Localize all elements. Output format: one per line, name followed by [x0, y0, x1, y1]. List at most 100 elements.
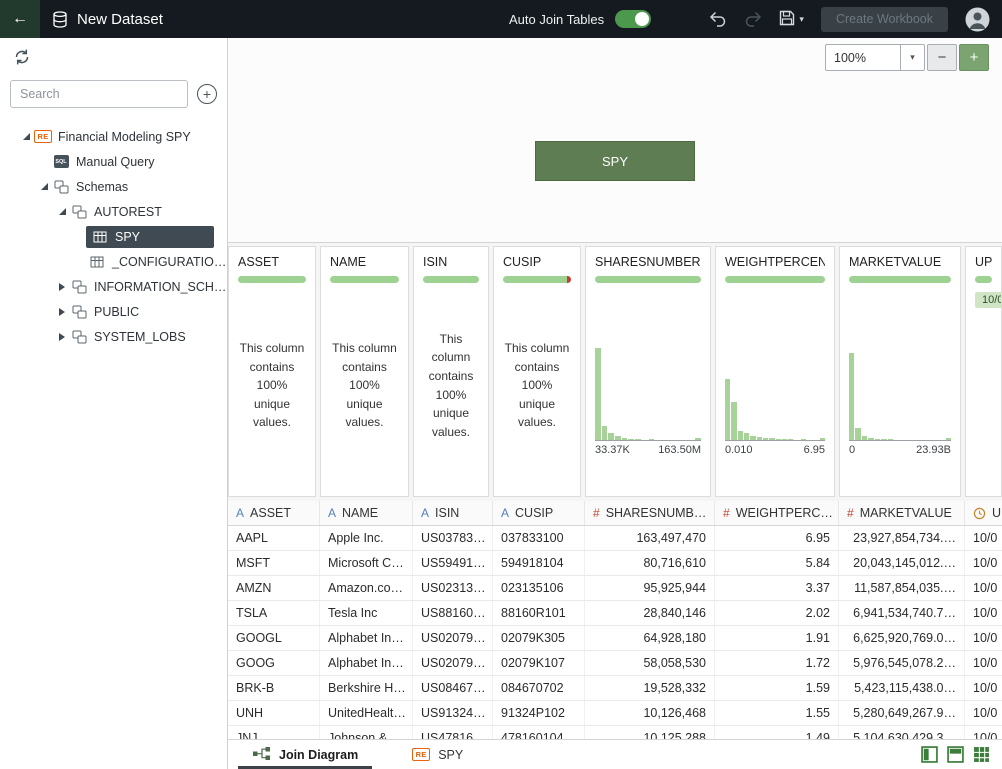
- table-row[interactable]: UNH UnitedHealt… US91324… 91324P102 10,1…: [228, 701, 1002, 726]
- column-header-name[interactable]: A NAME: [320, 501, 413, 525]
- tab-label: Join Diagram: [279, 748, 358, 762]
- expand-toggle[interactable]: [56, 333, 68, 341]
- collapsed-triangle-icon: [59, 308, 65, 316]
- tab-join-diagram[interactable]: Join Diagram: [238, 740, 372, 769]
- table-row[interactable]: GOOGL Alphabet In… US02079… 02079K305 64…: [228, 626, 1002, 651]
- cell-isin: US02079…: [413, 626, 493, 650]
- tree-item-label: Manual Query: [76, 155, 155, 169]
- quality-bar: [238, 276, 306, 283]
- quality-card-sharesnumber[interactable]: SHARESNUMBER 33.37K 163.50M: [585, 246, 711, 497]
- refresh-icon: [12, 47, 32, 70]
- sidebar-item-manual-query[interactable]: SQL Manual Query: [0, 149, 227, 174]
- expand-toggle[interactable]: [56, 208, 68, 215]
- number-type-icon: #: [593, 506, 600, 520]
- plus-icon: +: [970, 49, 979, 66]
- cell-name: Microsoft C…: [320, 551, 413, 575]
- quality-card-isin[interactable]: ISIN This column contains 100% unique va…: [413, 246, 489, 497]
- cell-name: UnitedHealt…: [320, 701, 413, 725]
- column-name: CUSIP: [503, 255, 571, 269]
- cell-marketvalue: 5,976,545,078.2…: [839, 651, 965, 675]
- table-row[interactable]: TSLA Tesla Inc US88160… 88160R101 28,840…: [228, 601, 1002, 626]
- quality-card-name[interactable]: NAME This column contains 100% unique va…: [320, 246, 409, 497]
- cell-weightpercentage: 6.95: [715, 526, 839, 550]
- search-input[interactable]: [10, 80, 188, 108]
- cell-updated: 10/0: [965, 551, 1002, 575]
- sidebar-item-autorest[interactable]: AUTOREST: [0, 199, 227, 224]
- quality-card-cusip[interactable]: CUSIP This column contains 100% unique v…: [493, 246, 581, 497]
- sidebar-item-system-lobs[interactable]: SYSTEM_LOBS: [0, 324, 227, 349]
- expand-toggle[interactable]: [56, 283, 68, 291]
- sidebar-item-public[interactable]: PUBLIC: [0, 299, 227, 324]
- table-row[interactable]: AAPL Apple Inc. US03783… 037833100 163,4…: [228, 526, 1002, 551]
- refresh-schemas-button[interactable]: [12, 47, 32, 70]
- save-button[interactable]: [779, 10, 795, 29]
- column-name: MARKETVALUE: [849, 255, 951, 269]
- cell-name: Tesla Inc: [320, 601, 413, 625]
- zoom-in-button[interactable]: +: [959, 44, 989, 71]
- table-row[interactable]: JNJ Johnson & … US47816… 478160104 10,12…: [228, 726, 1002, 739]
- redo-button[interactable]: [744, 11, 762, 28]
- column-header-updated[interactable]: UPD: [965, 501, 1002, 525]
- quality-card-asset[interactable]: ASSET This column contains 100% unique v…: [228, 246, 316, 497]
- text-type-icon: A: [501, 506, 509, 520]
- column-name: ISIN: [423, 255, 479, 269]
- column-header-asset[interactable]: A ASSET: [228, 501, 320, 525]
- table-row[interactable]: MSFT Microsoft C… US59491… 594918104 80,…: [228, 551, 1002, 576]
- join-diagram-canvas[interactable]: 100% ▾ − + SPY: [228, 38, 1002, 243]
- schema-icon: [70, 205, 88, 219]
- quality-bar: [423, 276, 479, 283]
- back-button[interactable]: ←: [0, 0, 40, 38]
- sidebar-item-schemas[interactable]: Schemas: [0, 174, 227, 199]
- expand-toggle[interactable]: [56, 308, 68, 316]
- table-row[interactable]: AMZN Amazon.co… US02313… 023135106 95,92…: [228, 576, 1002, 601]
- zoom-out-button[interactable]: −: [927, 44, 957, 71]
- cell-weightpercentage: 5.84: [715, 551, 839, 575]
- cell-asset: UNH: [228, 701, 320, 725]
- diagram-view-icon[interactable]: [921, 746, 938, 763]
- cell-updated: 10/0: [965, 701, 1002, 725]
- create-workbook-button[interactable]: Create Workbook: [821, 7, 948, 32]
- zoom-level-value: 100%: [826, 51, 900, 65]
- column-header-cusip[interactable]: A CUSIP: [493, 501, 585, 525]
- tab-spy[interactable]: RE SPY: [398, 740, 477, 769]
- column-header-sharesnumber[interactable]: # SHARESNUMB…: [585, 501, 715, 525]
- cell-asset: TSLA: [228, 601, 320, 625]
- add-table-button[interactable]: +: [197, 84, 217, 104]
- data-view-icon[interactable]: [973, 746, 990, 763]
- expand-toggle[interactable]: [20, 133, 32, 140]
- zoom-level-select[interactable]: 100% ▾: [825, 44, 925, 71]
- re-connection-icon: RE: [34, 130, 52, 143]
- cell-sharesnumber: 10,125,288: [585, 726, 715, 739]
- schema-tree: RE Financial Modeling SPY SQL Manual Que…: [0, 120, 227, 349]
- cell-sharesnumber: 28,840,146: [585, 601, 715, 625]
- cell-isin: US02313…: [413, 576, 493, 600]
- schema-icon: [70, 330, 88, 344]
- text-type-icon: A: [236, 506, 244, 520]
- cell-isin: US02079…: [413, 651, 493, 675]
- tree-item-label: Schemas: [76, 180, 128, 194]
- quality-card-weightpercentage[interactable]: WEIGHTPERCEN… 0.010 6.95: [715, 246, 835, 497]
- sidebar-item-financial-modeling-spy[interactable]: RE Financial Modeling SPY: [0, 124, 227, 149]
- expand-toggle[interactable]: [38, 183, 50, 190]
- user-avatar[interactable]: [965, 7, 990, 32]
- quality-card-marketvalue[interactable]: MARKETVALUE 0 23.93B: [839, 246, 961, 497]
- plus-icon: +: [203, 87, 211, 101]
- table-row[interactable]: BRK-B Berkshire H… US08467… 084670702 19…: [228, 676, 1002, 701]
- sidebar-item-spy[interactable]: SPY: [0, 224, 227, 249]
- undo-button[interactable]: [709, 11, 727, 28]
- expanded-triangle-icon: [41, 183, 48, 190]
- time-type-icon: [973, 507, 986, 520]
- sidebar-item-configuration[interactable]: _CONFIGURATIO…: [0, 249, 227, 274]
- save-menu-caret[interactable]: ▾: [799, 14, 804, 25]
- number-type-icon: #: [847, 506, 854, 520]
- column-header-marketvalue[interactable]: # MARKETVALUE: [839, 501, 965, 525]
- auto-join-toggle[interactable]: [615, 10, 651, 28]
- column-header-weightpercentage[interactable]: # WEIGHTPERC…: [715, 501, 839, 525]
- sidebar-item-information-schema[interactable]: INFORMATION_SCH…: [0, 274, 227, 299]
- column-header-isin[interactable]: A ISIN: [413, 501, 493, 525]
- quality-card-updated[interactable]: UPDA 10/0: [965, 246, 1002, 497]
- table-row[interactable]: GOOG Alphabet In… US02079… 02079K107 58,…: [228, 651, 1002, 676]
- split-view-icon[interactable]: [947, 746, 964, 763]
- toggle-knob: [635, 12, 649, 26]
- table-node-spy[interactable]: SPY: [535, 141, 695, 181]
